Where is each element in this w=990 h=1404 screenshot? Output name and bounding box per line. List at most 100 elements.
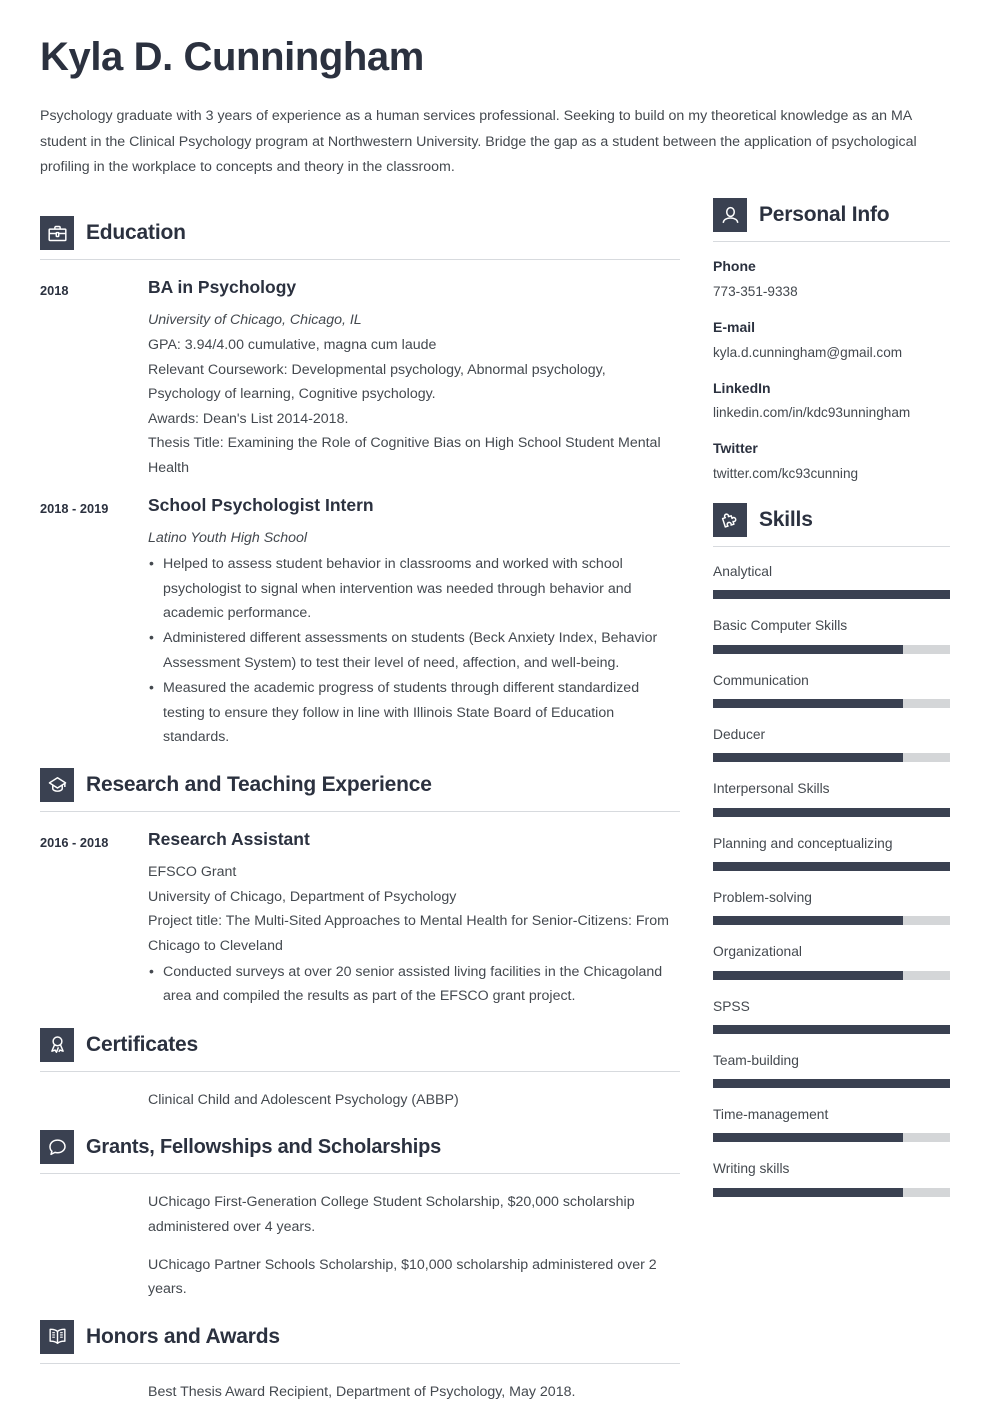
section-skills: Skills Analytical Basic Computer Skills Co…: [713, 503, 950, 1197]
contact-label: E-mail: [713, 318, 756, 335]
entry-detail-line: University of Chicago, Department of Psy…: [148, 888, 457, 905]
entry-subtitle: University of Chicago, Chicago, IL: [148, 311, 362, 328]
section-header-research: Research and Teaching Experience: [40, 768, 680, 803]
skill-level-fill: [713, 1187, 903, 1197]
open-book-icon: [40, 1319, 74, 1354]
contact-label: LinkedIn: [713, 379, 771, 396]
skill-level-fill: [713, 807, 950, 817]
skill-label: Team-building: [713, 1052, 799, 1068]
section-header-grants: Grants, Fellowships and Scholarships: [40, 1130, 680, 1165]
entry-body: Research Assistant EFSCO Grant Universit…: [148, 828, 680, 1009]
section-title: Personal Info: [759, 203, 890, 227]
professional-summary: Psychology graduate with 3 years of expe…: [40, 108, 917, 175]
entry-detail-line: UChicago Partner Schools Scholarship, $1…: [148, 1257, 657, 1298]
section-title: Grants, Fellowships and Scholarships: [86, 1135, 442, 1158]
skill-label: Time-management: [713, 1107, 829, 1123]
contact-value[interactable]: kyla.d.cunningham@gmail.com: [713, 342, 950, 364]
divider: [40, 811, 680, 813]
contact-field-email: E-mail kyla.d.cunningham@gmail.com: [713, 317, 950, 364]
skill-level-track: [713, 644, 950, 654]
research-entry: 2016 - 2018 Research Assistant EFSCO Gra…: [40, 814, 680, 1009]
skill-level-fill: [713, 861, 950, 871]
entry-bullet-list: Helped to assess student behavior in cla…: [148, 551, 680, 749]
contact-field-phone: Phone 773-351-9338: [713, 256, 950, 303]
skill-item: Basic Computer Skills: [713, 616, 950, 654]
skill-item: SPSS: [713, 997, 950, 1034]
skill-level-fill: [713, 590, 950, 600]
section-certificates: Certificates Clinical Child and Adolesce…: [40, 1027, 680, 1112]
skill-label: Deducer: [713, 726, 766, 742]
list-item: Measured the academic progress of studen…: [148, 675, 680, 749]
entry-body: School Psychologist Intern Latino Youth …: [148, 494, 680, 751]
section-header-certificates: Certificates: [40, 1027, 680, 1062]
skill-item: Writing skills: [713, 1159, 950, 1197]
divider: [40, 259, 680, 261]
skill-label: Basic Computer Skills: [713, 618, 848, 634]
briefcase-icon: [40, 216, 74, 251]
entry-detail-line: Awards: Dean's List 2014-2018.: [148, 410, 349, 427]
entry-title: School Psychologist Intern: [148, 494, 374, 515]
honor-item: Best Thesis Award Recipient, Department …: [40, 1366, 680, 1404]
skill-level-fill: [713, 644, 903, 654]
section-title: Certificates: [86, 1032, 198, 1056]
contact-value[interactable]: linkedin.com/in/kdc93unningham: [713, 402, 950, 424]
graduation-cap-icon: [40, 768, 74, 803]
contact-value[interactable]: 773-351-9338: [713, 281, 950, 303]
divider: [713, 241, 950, 243]
skill-item: Problem-solving: [713, 888, 950, 926]
speech-bubble-icon: [40, 1130, 74, 1165]
skill-level-track: [713, 590, 950, 600]
section-title: Research and Teaching Experience: [86, 773, 432, 797]
contact-field-twitter: Twitter twitter.com/kc93cunning: [713, 438, 950, 485]
entry-title: Research Assistant: [148, 829, 310, 850]
skill-item: Organizational: [713, 942, 950, 980]
section-title: Education: [86, 221, 186, 245]
section-header-skills: Skills: [713, 503, 950, 538]
skill-label: Writing skills: [713, 1161, 790, 1177]
education-entry: 2018 BA in Psychology University of Chic…: [40, 262, 680, 480]
skill-level-fill: [713, 916, 903, 926]
entry-date: 2018 - 2019: [40, 500, 109, 516]
skill-level-track: [713, 1024, 950, 1034]
contact-value[interactable]: twitter.com/kc93cunning: [713, 463, 950, 485]
skill-item: Planning and conceptualizing: [713, 834, 950, 871]
entry-body: BA in Psychology University of Chicago, …: [148, 276, 680, 480]
list-item: Conducted surveys at over 20 senior assi…: [148, 959, 680, 1009]
section-research: Research and Teaching Experience 2016 - …: [40, 768, 680, 1009]
section-header-education: Education: [40, 216, 680, 251]
section-title: Skills: [759, 508, 813, 532]
section-personal-info: Personal Info Phone 773-351-9338 E-mail …: [713, 198, 950, 485]
entry-detail-line: Project title: The Multi-Sited Approache…: [148, 913, 669, 954]
skill-label: SPSS: [713, 998, 750, 1014]
entry-date: 2018: [40, 283, 69, 299]
resume-page: Kyla D. Cunningham Psychology graduate w…: [0, 0, 990, 1400]
person-icon: [713, 198, 747, 233]
entry-bullet-list: Conducted surveys at over 20 senior assi…: [148, 959, 680, 1009]
skill-level-track: [713, 807, 950, 817]
skill-level-fill: [713, 1079, 950, 1089]
skill-item: Communication: [713, 671, 950, 708]
contact-label: Twitter: [713, 440, 758, 457]
right-column: Personal Info Phone 773-351-9338 E-mail …: [713, 198, 950, 1197]
skills-list: Analytical Basic Computer Skills Communica…: [713, 562, 950, 1197]
section-header-personal-info: Personal Info: [713, 198, 950, 233]
certificate-item: Clinical Child and Adolescent Psychology…: [40, 1074, 680, 1112]
skill-item: Team-building: [713, 1051, 950, 1089]
contact-field-linkedin: LinkedIn linkedin.com/in/kdc93unningham: [713, 378, 950, 425]
skill-label: Interpersonal Skills: [713, 781, 830, 797]
skill-item: Deducer: [713, 725, 950, 763]
skill-level-track: [713, 861, 950, 871]
entry-detail-line: UChicago First-Generation College Studen…: [148, 1194, 635, 1235]
puzzle-piece-icon: [713, 503, 747, 538]
skill-label: Analytical: [713, 564, 773, 580]
entry-detail-line: EFSCO Grant: [148, 864, 237, 881]
list-item: Administered different assessments on st…: [148, 625, 680, 675]
skill-level-fill: [713, 753, 903, 763]
skill-level-fill: [713, 970, 903, 980]
skill-level-track: [713, 1133, 950, 1143]
content-columns: Education 2018 BA in Psychology Universi…: [40, 198, 950, 1404]
skill-item: Time-management: [713, 1105, 950, 1143]
list-item: Helped to assess student behavior in cla…: [148, 551, 680, 625]
award-ribbon-icon: [40, 1027, 74, 1062]
skill-label: Problem-solving: [713, 889, 812, 905]
